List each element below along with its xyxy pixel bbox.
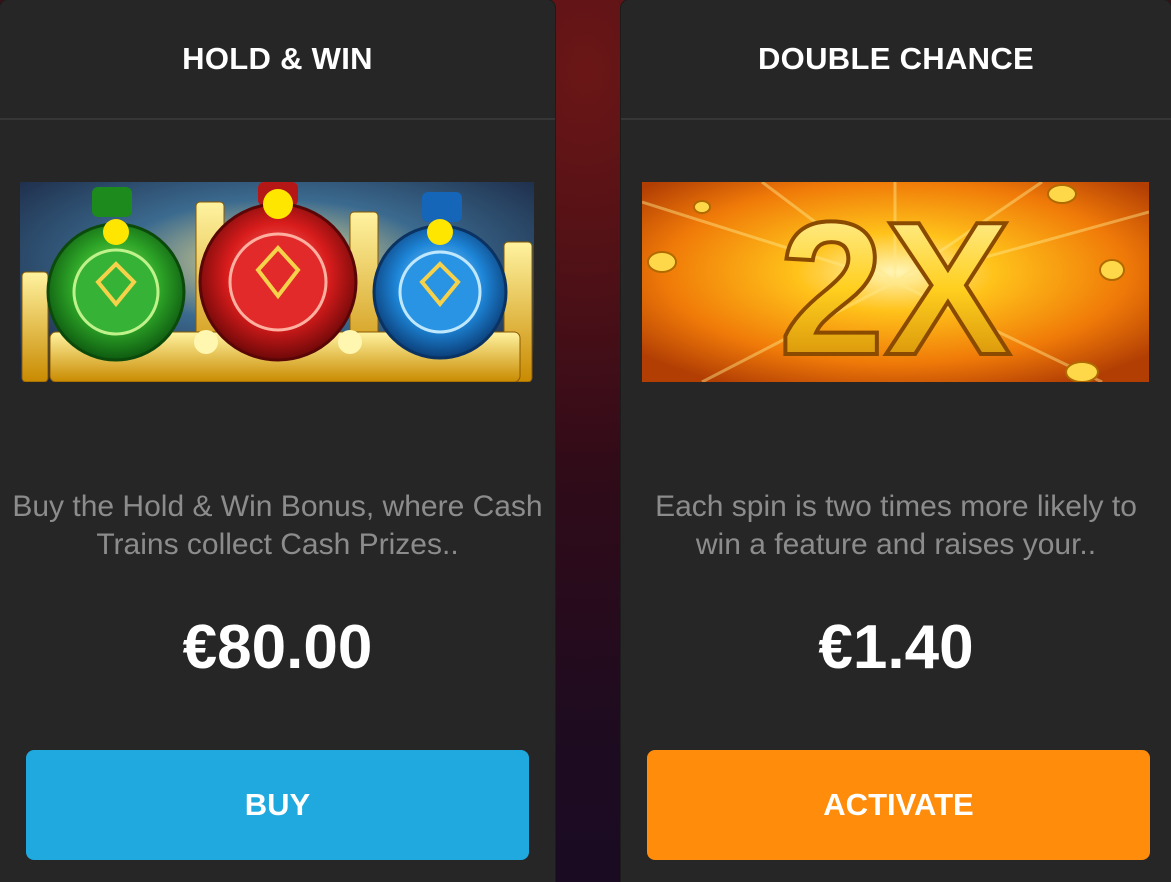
card-header: HOLD & WIN bbox=[0, 0, 555, 120]
card-description: Buy the Hold & Win Bonus, where Cash Tra… bbox=[12, 490, 543, 561]
2x-image-text: 2X bbox=[779, 183, 1011, 382]
card-header: DOUBLE CHANCE bbox=[621, 0, 1171, 120]
buy-button[interactable]: BUY bbox=[26, 750, 529, 860]
hold-and-win-card: HOLD & WIN Buy the Hold & Win Bonus, whe… bbox=[0, 0, 555, 882]
card-price: €1.40 bbox=[818, 613, 974, 682]
card-title: HOLD & WIN bbox=[182, 41, 373, 76]
2x-multiplier-image: 2X bbox=[642, 182, 1149, 382]
card-description: Each spin is two times more likely to wi… bbox=[655, 490, 1137, 561]
cash-trains-image bbox=[20, 182, 534, 382]
card-price: €80.00 bbox=[182, 613, 373, 682]
card-title: DOUBLE CHANCE bbox=[757, 41, 1034, 76]
double-chance-card: DOUBLE CHANCE 2X Each spin is two times … bbox=[621, 0, 1171, 882]
activate-button[interactable]: ACTIVATE bbox=[647, 750, 1150, 860]
